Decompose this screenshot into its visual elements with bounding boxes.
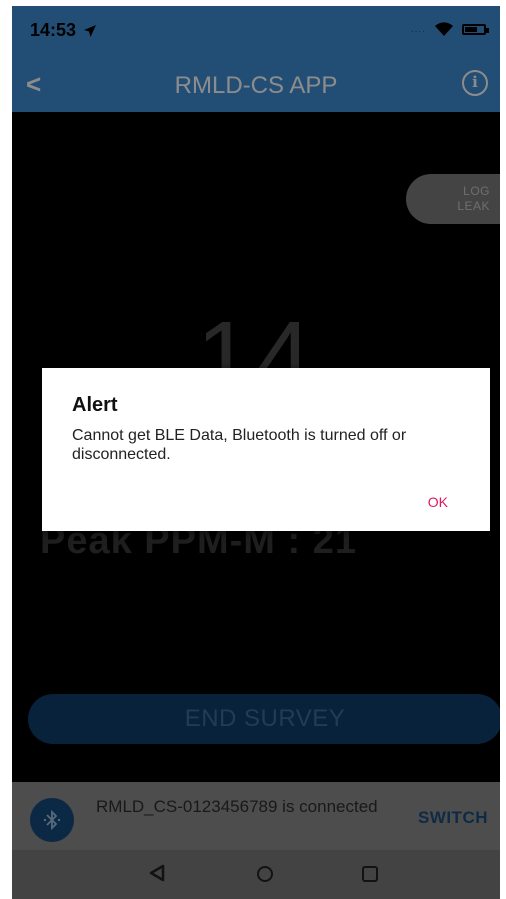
alert-dialog: Alert Cannot get BLE Data, Bluetooth is …	[42, 368, 490, 531]
alert-ok-button[interactable]: OK	[428, 494, 448, 510]
phone-screen: 14:53 .... < RMLD-CS APP i LOG LEAK 14 P…	[12, 6, 500, 899]
alert-title: Alert	[72, 394, 118, 416]
alert-message: Cannot get BLE Data, Bluetooth is turned…	[72, 427, 407, 463]
